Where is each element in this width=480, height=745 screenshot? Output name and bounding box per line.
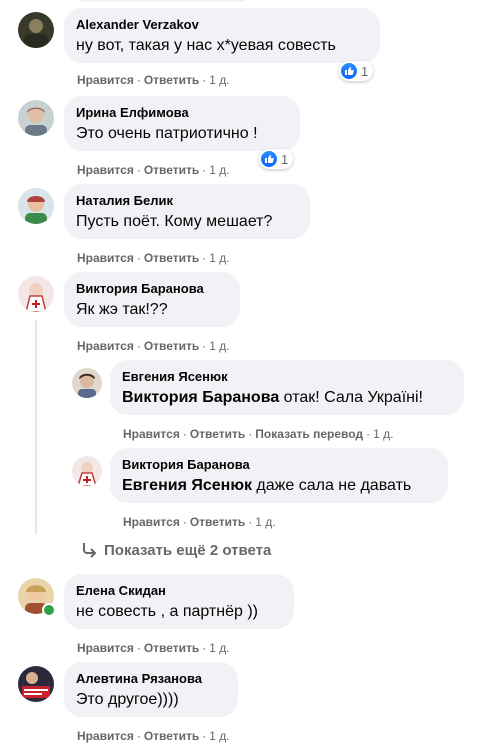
timestamp[interactable]: 1 д. [255,515,275,529]
reaction-number: 1 [281,151,289,167]
comment-actions: Нравится · Ответить · 1 д. [77,641,230,655]
like-button[interactable]: Нравится [123,427,180,441]
comment-actions: Нравится · Ответить · 1 д. [77,729,230,743]
reply-button[interactable]: Ответить [144,163,199,177]
comment-author[interactable]: Alexander Verzakov [76,16,368,33]
reaction-count[interactable]: 1 [259,149,294,169]
comment-author[interactable]: Наталия Белик [76,192,298,209]
comment-author[interactable]: Виктория Баранова [76,280,228,297]
comment-author[interactable]: Евгения Ясенюк [122,368,452,385]
timestamp[interactable]: 1 д. [209,251,229,265]
comment-text: Виктория Баранова отак! Сала Україні! [122,387,452,409]
like-button[interactable]: Нравится [77,641,134,655]
comment-bubble: Виктория Баранова Евгения Ясенюк даже са… [110,448,448,503]
comment-text: не совесть , а партнёр )) [76,603,258,620]
show-more-replies-button[interactable]: Показать ещё 2 ответа [80,541,271,559]
like-button[interactable]: Нравится [123,515,180,529]
reply-button[interactable]: Ответить [190,427,245,441]
comment-actions: Нравится · Ответить · 1 д. [77,339,230,353]
like-button[interactable]: Нравится [77,251,134,265]
reply-button[interactable]: Ответить [144,73,199,87]
like-reaction-icon [341,63,357,79]
comment-author[interactable]: Ирина Елфимова [76,104,288,121]
avatar[interactable] [18,276,54,312]
comment-bubble: Елена Скидан не совесть , а партнёр )) [64,574,294,629]
comment-actions: Нравится · Ответить · 1 д. [77,73,230,87]
comment-bubble: Виктория Баранова Як жэ так!?? [64,272,240,327]
reply-button[interactable]: Ответить [190,515,245,529]
comment-actions: Нравится · Ответить · 1 д. [123,515,276,529]
comment-bubble: Алевтина Рязанова Это другое)))) [64,662,238,717]
avatar[interactable] [18,100,54,136]
comment-text: Пусть поёт. Кому мешает? [76,213,273,230]
reply-button[interactable]: Ответить [144,641,199,655]
reply-body: даже сала не давать [251,477,412,494]
comment-author[interactable]: Виктория Баранова [122,456,436,473]
reaction-count[interactable]: 1 [339,61,374,81]
timestamp[interactable]: 1 д. [209,163,229,177]
avatar[interactable] [72,368,102,398]
mention-link[interactable]: Виктория Баранова [122,389,279,406]
comment-bubble: Ирина Елфимова Это очень патриотично ! [64,96,300,151]
comment-text: Это другое)))) [76,691,179,708]
comment-text: Як жэ так!?? [76,301,168,318]
mention-link[interactable]: Евгения Ясенюк [122,477,252,494]
previous-comment-fragment [78,0,248,2]
like-button[interactable]: Нравится [77,729,134,743]
avatar[interactable] [18,188,54,224]
timestamp[interactable]: 1 д. [373,427,393,441]
thread-line [35,320,37,535]
comment-actions: Нравится · Ответить · 1 д. [77,163,230,177]
avatar[interactable] [18,666,54,702]
comment-bubble: Наталия Белик Пусть поёт. Кому мешает? [64,184,310,239]
comment-text: ну вот, такая у нас х*уевая совесть [76,37,336,54]
like-reaction-icon [261,151,277,167]
timestamp[interactable]: 1 д. [209,729,229,743]
avatar[interactable] [18,12,54,48]
comment-actions: Нравится · Ответить · 1 д. [77,251,230,265]
avatar[interactable] [72,456,102,486]
reply-arrow-icon [80,541,100,559]
translate-button[interactable]: Показать перевод [255,427,363,441]
like-button[interactable]: Нравится [77,339,134,353]
show-more-replies-label: Показать ещё 2 ответа [104,541,272,559]
comment-text: Это очень патриотично ! [76,125,258,142]
online-status-icon [42,603,56,617]
comment-author[interactable]: Алевтина Рязанова [76,670,226,687]
comment-bubble: Евгения Ясенюк Виктория Баранова отак! С… [110,360,464,415]
reply-button[interactable]: Ответить [144,251,199,265]
like-button[interactable]: Нравится [77,73,134,87]
comment-text: Евгения Ясенюк даже сала не давать [122,475,436,497]
reaction-number: 1 [361,63,369,79]
timestamp[interactable]: 1 д. [209,73,229,87]
timestamp[interactable]: 1 д. [209,641,229,655]
comment-author[interactable]: Елена Скидан [76,582,282,599]
timestamp[interactable]: 1 д. [209,339,229,353]
like-button[interactable]: Нравится [77,163,134,177]
reply-body: отак! Сала Україні! [279,389,423,406]
reply-button[interactable]: Ответить [144,729,199,743]
comment-bubble: Alexander Verzakov ну вот, такая у нас х… [64,8,380,63]
comment-actions: Нравится · Ответить · Показать перевод · 1 д. [123,427,394,441]
reply-button[interactable]: Ответить [144,339,199,353]
